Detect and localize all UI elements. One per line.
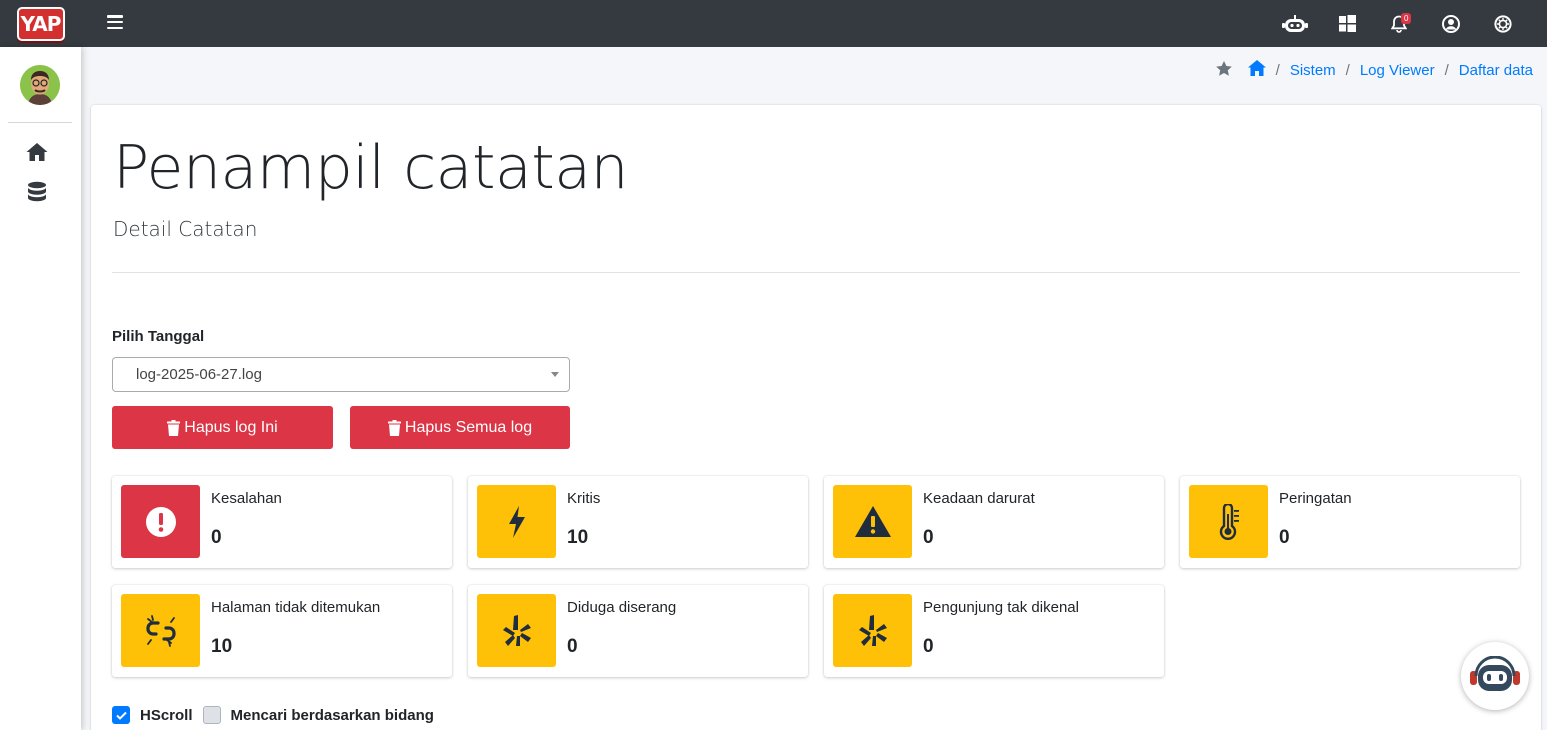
stat-label: Peringatan bbox=[1279, 490, 1352, 507]
robot-icon[interactable] bbox=[1269, 0, 1321, 47]
notifications-button[interactable]: 0 bbox=[1373, 0, 1425, 47]
stat-value: 0 bbox=[923, 636, 934, 657]
warning-triangle-icon bbox=[833, 485, 912, 558]
check-icon bbox=[115, 711, 127, 720]
stat-label: Halaman tidak ditemukan bbox=[211, 599, 381, 616]
notification-badge: 0 bbox=[1401, 13, 1412, 24]
stat-box-halaman-tidak-ditemukan[interactable]: Halaman tidak ditemukan 10 bbox=[112, 585, 452, 677]
breadcrumb-separator: / bbox=[1345, 61, 1350, 79]
main-card: Penampil catatan Detail Catatan Pilih Ta… bbox=[91, 105, 1541, 730]
stat-box-kritis[interactable]: Kritis 10 bbox=[468, 476, 808, 568]
user-circle-icon[interactable] bbox=[1425, 0, 1477, 47]
breadcrumb-item-daftar-data[interactable]: Daftar data bbox=[1459, 62, 1533, 79]
field-search-checkbox[interactable] bbox=[202, 706, 221, 724]
log-date-select[interactable]: log-2025-06-27.log bbox=[112, 357, 570, 392]
stat-label: Pengunjung tak dikenal bbox=[923, 599, 1079, 616]
chevron-down-icon bbox=[551, 372, 559, 377]
navbar-right: 0 bbox=[1269, 0, 1529, 47]
top-navbar: YAP 0 bbox=[0, 0, 1547, 47]
chatbot-button[interactable] bbox=[1461, 642, 1529, 710]
stat-box-kesalahan[interactable]: Kesalahan 0 bbox=[112, 476, 452, 568]
sidebar bbox=[0, 47, 81, 730]
thermometer-icon bbox=[1189, 485, 1268, 558]
stat-value: 0 bbox=[923, 527, 934, 548]
delete-log-button[interactable]: Hapus log Ini bbox=[112, 406, 333, 449]
broken-link-icon bbox=[121, 594, 200, 667]
date-label: Pilih Tanggal bbox=[112, 328, 205, 345]
field-search-label[interactable]: Mencari berdasarkan bidang bbox=[231, 707, 434, 724]
breadcrumb-item-log-viewer[interactable]: Log Viewer bbox=[1360, 62, 1435, 79]
stat-box-pengunjung-tak-dikenal[interactable]: Pengunjung tak dikenal 0 bbox=[824, 585, 1164, 677]
stat-box-keadaan-darurat[interactable]: Keadaan darurat 0 bbox=[824, 476, 1164, 568]
home-icon[interactable] bbox=[26, 142, 48, 164]
settings-icon[interactable] bbox=[1477, 0, 1529, 47]
star-icon[interactable] bbox=[1215, 60, 1232, 80]
delete-all-logs-button[interactable]: Hapus Semua log bbox=[350, 406, 570, 449]
menu-icon[interactable] bbox=[105, 12, 125, 32]
windows-icon[interactable] bbox=[1321, 0, 1373, 47]
breadcrumb-separator: / bbox=[1275, 61, 1280, 79]
log-date-select-value: log-2025-06-27.log bbox=[136, 366, 262, 383]
yelp-icon bbox=[833, 594, 912, 667]
stat-label: Kesalahan bbox=[211, 490, 282, 507]
yelp-icon bbox=[477, 594, 556, 667]
trash-icon bbox=[387, 419, 401, 436]
stat-label: Kritis bbox=[567, 490, 601, 507]
page-subtitle: Detail Catatan bbox=[113, 217, 258, 241]
breadcrumb: / Sistem / Log Viewer / Daftar data bbox=[1215, 60, 1533, 80]
stat-label: Diduga diserang bbox=[567, 599, 677, 616]
delete-log-label: Hapus log Ini bbox=[184, 418, 278, 436]
brand[interactable]: YAP bbox=[0, 0, 81, 47]
page-title: Penampil catatan bbox=[113, 133, 629, 203]
delete-all-logs-label: Hapus Semua log bbox=[404, 418, 533, 436]
chatbot-icon bbox=[1470, 656, 1520, 691]
stat-value: 10 bbox=[211, 636, 233, 657]
bolt-icon bbox=[477, 485, 556, 558]
options-row: HScroll Mencari berdasarkan bidang bbox=[112, 706, 434, 724]
stat-value: 0 bbox=[1279, 527, 1290, 548]
stat-box-diduga-diserang[interactable]: Diduga diserang 0 bbox=[468, 585, 808, 677]
database-icon[interactable] bbox=[26, 181, 48, 203]
breadcrumb-home-icon[interactable] bbox=[1247, 60, 1266, 80]
avatar[interactable] bbox=[20, 65, 60, 105]
stat-value: 0 bbox=[211, 527, 222, 548]
breadcrumb-item-sistem[interactable]: Sistem bbox=[1290, 62, 1336, 79]
stat-box-peringatan[interactable]: Peringatan 0 bbox=[1180, 476, 1520, 568]
stat-value: 0 bbox=[567, 636, 578, 657]
stat-value: 10 bbox=[567, 527, 589, 548]
brand-logo[interactable]: YAP bbox=[16, 6, 65, 41]
sidebar-divider bbox=[8, 122, 72, 123]
trash-icon bbox=[167, 419, 181, 436]
stat-label: Keadaan darurat bbox=[923, 490, 1035, 507]
exclamation-circle-icon bbox=[121, 485, 200, 558]
divider bbox=[112, 272, 1520, 273]
hscroll-label[interactable]: HScroll bbox=[140, 707, 193, 724]
breadcrumb-separator: / bbox=[1444, 61, 1449, 79]
hscroll-checkbox[interactable] bbox=[112, 706, 130, 724]
